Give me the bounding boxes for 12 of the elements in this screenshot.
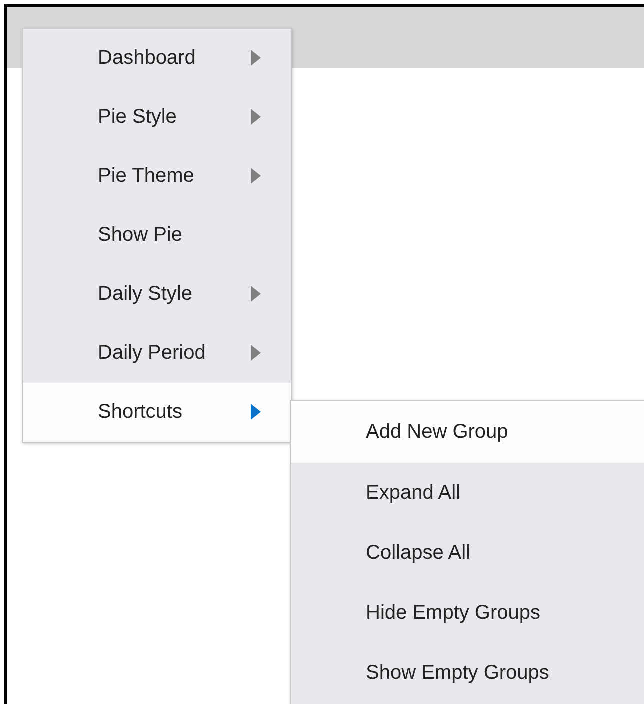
menu-item[interactable]: Dashboard bbox=[23, 29, 291, 88]
menu-item[interactable]: Daily Period bbox=[23, 324, 291, 383]
menu-item[interactable]: Daily Style bbox=[23, 265, 291, 324]
menu-item[interactable]: Expand All bbox=[291, 463, 644, 523]
menu-item[interactable]: Show Pie bbox=[23, 206, 291, 265]
menu-item[interactable]: Shortcuts bbox=[23, 383, 291, 442]
menu-item[interactable]: Hide Empty Groups bbox=[291, 583, 644, 643]
menu-item[interactable]: Add New Group bbox=[291, 401, 644, 463]
menu-item[interactable]: Pie Theme bbox=[23, 147, 291, 206]
menu-item[interactable]: Show Empty Groups bbox=[291, 643, 644, 703]
menu-item[interactable]: Collapse All bbox=[291, 523, 644, 583]
menu-item[interactable]: Pie Style bbox=[23, 88, 291, 147]
